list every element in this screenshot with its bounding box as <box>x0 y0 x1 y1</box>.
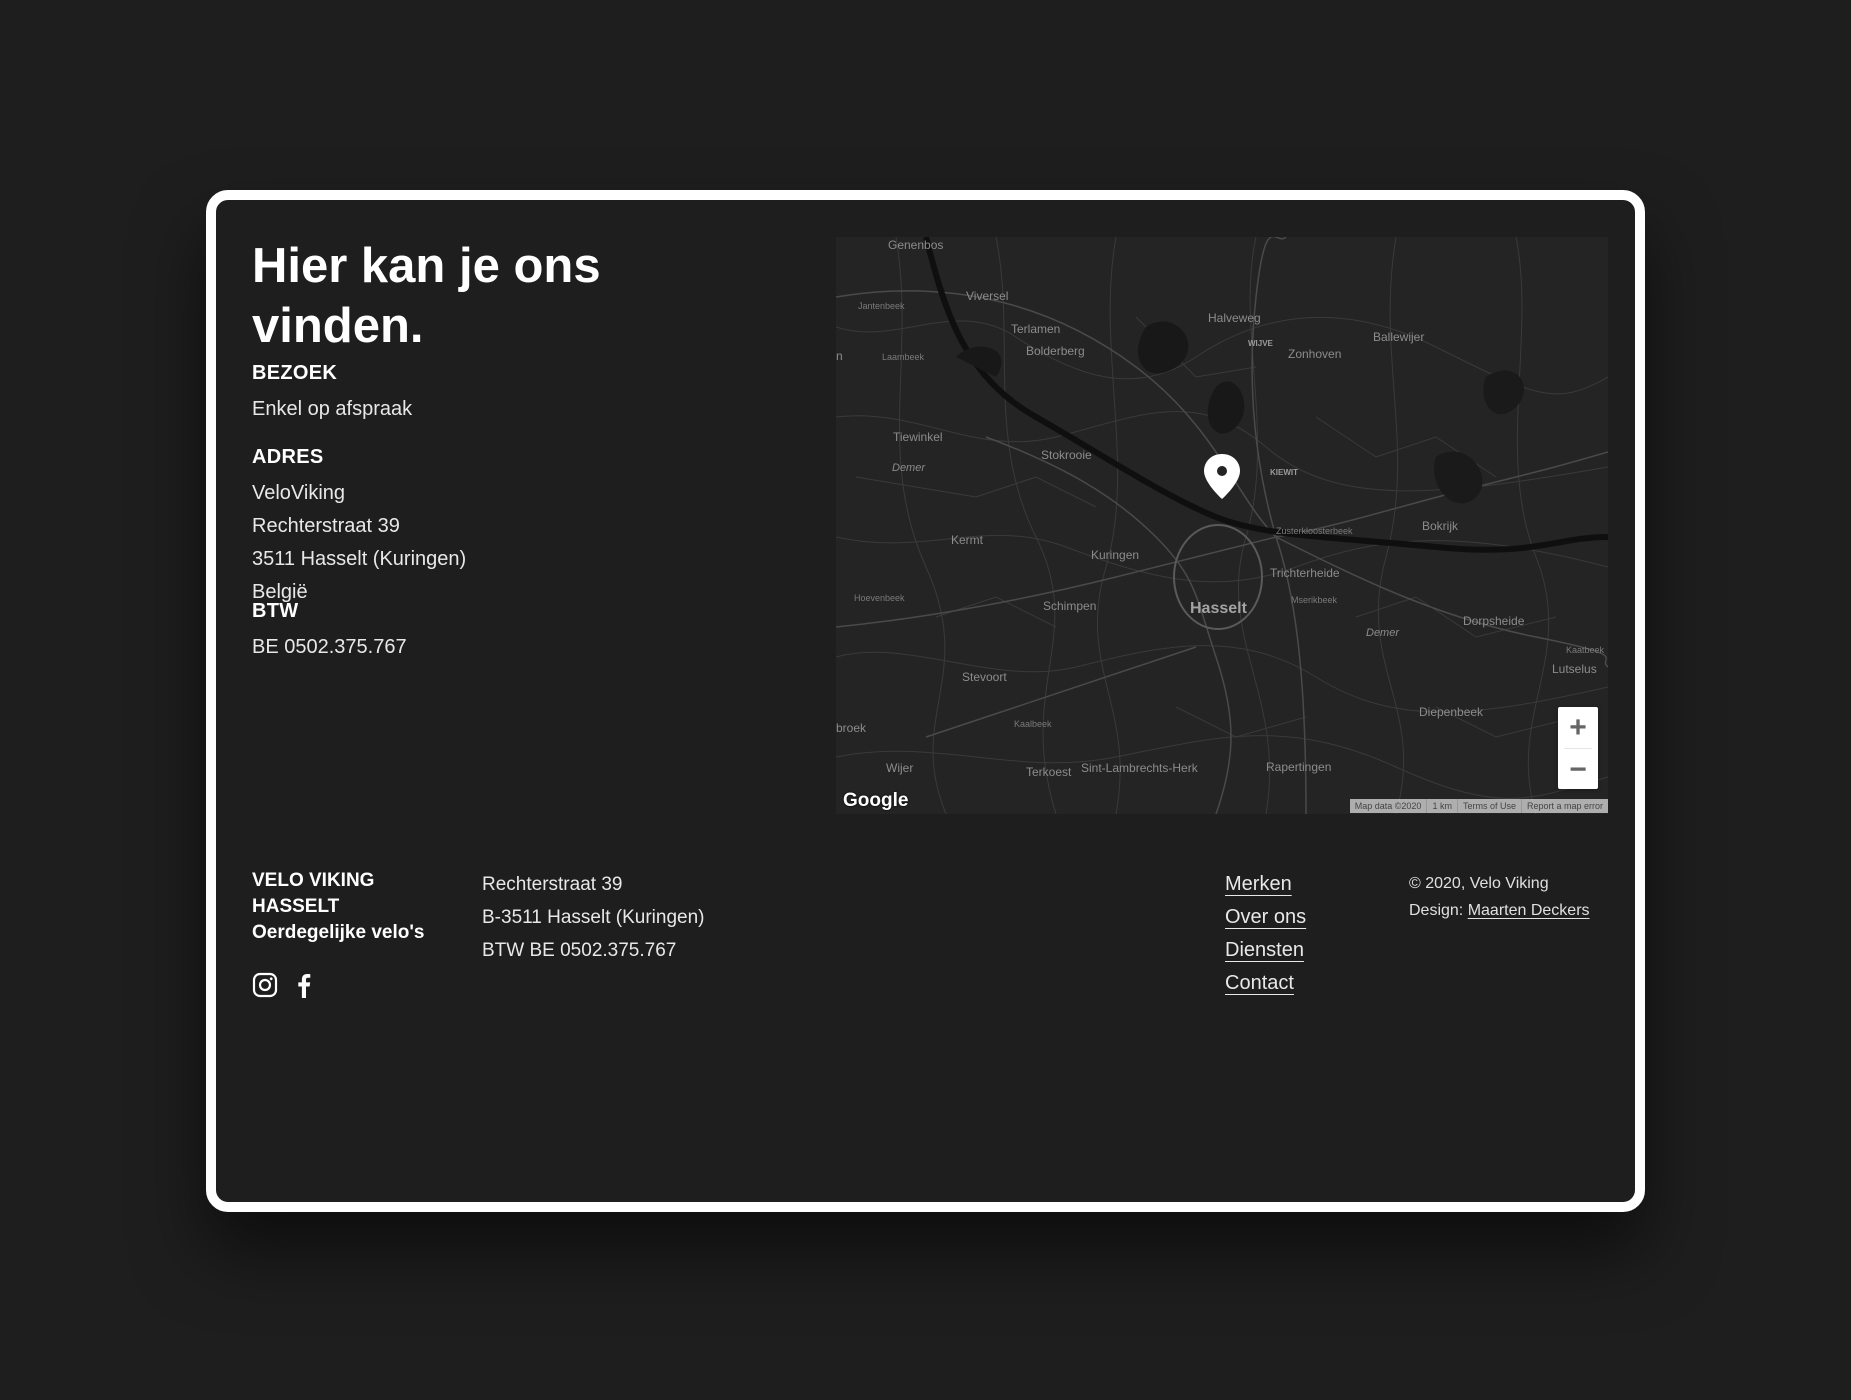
map-label: Laambeek <box>882 352 925 362</box>
brand-name-line1: VELO VIKING <box>252 870 375 891</box>
vat-number: BE 0502.375.767 <box>252 636 407 658</box>
address-line: 3511 Hasselt (Kuringen) <box>252 548 467 570</box>
visit-heading: BEZOEK <box>252 362 338 384</box>
footer-address-line: Rechterstraat 39 <box>482 874 623 895</box>
map-label: Stevoort <box>962 670 1007 684</box>
map-label: Tiewinkel <box>893 430 943 444</box>
facebook-icon[interactable] <box>294 972 314 998</box>
map-label: Trichterheide <box>1270 566 1340 580</box>
map-label: KIEWIT <box>1270 468 1298 477</box>
brand-name-line2: HASSELT <box>252 896 340 917</box>
map-pin-icon[interactable] <box>1204 454 1240 499</box>
report-map-error-link[interactable]: Report a map error <box>1520 799 1608 813</box>
map-label: Demer <box>892 462 926 474</box>
map-label: Terlamen <box>1011 322 1061 336</box>
map-label: Wijer <box>886 761 914 775</box>
copyright-text: © 2020, Velo Viking <box>1409 875 1549 892</box>
map-label: Kaalbeek <box>1014 719 1052 729</box>
design-credit: Design: Maarten Deckers <box>1409 897 1590 924</box>
map-label: Ballewijer <box>1373 330 1425 344</box>
address-heading: ADRES <box>252 446 324 468</box>
map-label: Terkoest <box>1026 765 1072 779</box>
map-label: Dorpsheide <box>1463 614 1525 628</box>
map-label: Halveweg <box>1208 311 1261 325</box>
footer-vat-line: BTW BE 0502.375.767 <box>482 940 677 961</box>
instagram-icon[interactable] <box>252 972 278 998</box>
footer-address: Rechterstraat 39 B-3511 Hasselt (Kuringe… <box>482 868 704 967</box>
map-label: Zonhoven <box>1288 347 1342 361</box>
address-line: VeloViking <box>252 482 346 504</box>
map-zoom-control: + − <box>1558 707 1598 789</box>
map-label: Mserikbeek <box>1291 595 1338 605</box>
zoom-out-button[interactable]: − <box>1558 749 1598 790</box>
address-line: Rechterstraat 39 <box>252 515 400 537</box>
map-label: Sint-Lambrechts-Herk <box>1081 761 1198 775</box>
map-label: Jantenbeek <box>858 301 905 311</box>
map-label: Rapertingen <box>1266 760 1332 774</box>
vat-heading: BTW <box>252 600 299 622</box>
map-label: Kermt <box>951 533 984 547</box>
map-label: Kaatbeek <box>1566 645 1605 655</box>
map-label: Stokrooie <box>1041 448 1092 462</box>
visit-text: Enkel op afspraak <box>252 398 413 420</box>
footer-nav: Merken Over ons Diensten Contact <box>1225 868 1306 1000</box>
contact-page: Hier kan je ons vinden. BEZOEK Enkel op … <box>216 200 1635 1202</box>
map-label: n <box>836 349 843 363</box>
map-label: Bolderberg <box>1026 344 1085 358</box>
address-block: ADRES VeloViking Rechterstraat 39 3511 H… <box>252 446 612 609</box>
terms-of-use-link[interactable]: Terms of Use <box>1456 799 1521 813</box>
device-frame: Hier kan je ons vinden. BEZOEK Enkel op … <box>206 190 1645 1212</box>
vat-block: BTW BE 0502.375.767 <box>252 600 612 664</box>
map-label: Lutselus <box>1552 662 1597 676</box>
page-title: Hier kan je ons vinden. <box>252 239 601 353</box>
map-attribution: Map data ©2020 1 km Terms of Use Report … <box>1349 799 1608 813</box>
map-label: Viversel <box>966 289 1009 303</box>
nav-link-diensten[interactable]: Diensten <box>1225 934 1306 967</box>
map-scale[interactable]: 1 km <box>1426 799 1457 813</box>
google-logo[interactable]: Google <box>843 790 908 812</box>
nav-link-over-ons[interactable]: Over ons <box>1225 901 1306 934</box>
map-label: Diepenbeek <box>1419 705 1484 719</box>
visit-block: BEZOEK Enkel op afspraak <box>252 362 612 426</box>
brand-tagline: Oerdegelijke velo's <box>252 922 425 943</box>
map-data-credit: Map data ©2020 <box>1354 801 1422 811</box>
map-label: WIJVE <box>1248 339 1273 348</box>
map-label: Schimpen <box>1043 599 1097 613</box>
map-label: Demer <box>1366 627 1400 639</box>
nav-link-merken[interactable]: Merken <box>1225 868 1306 901</box>
zoom-in-button[interactable]: + <box>1558 707 1598 748</box>
google-map[interactable]: Genenbos Viversel Terlamen Bolderberg Ha… <box>836 237 1608 814</box>
map-label: Kuringen <box>1091 548 1140 562</box>
map-label: Hasselt <box>1190 600 1247 617</box>
footer-brand: VELO VIKING HASSELT Oerdegelijke velo's <box>252 868 452 946</box>
map-label: Bokrijk <box>1422 519 1459 533</box>
nav-link-contact[interactable]: Contact <box>1225 967 1306 1000</box>
map-label: Genenbos <box>888 238 944 252</box>
map-label: broek <box>836 721 867 735</box>
design-prefix: Design: <box>1409 902 1468 919</box>
social-links <box>252 972 314 998</box>
map-label: Hoevenbeek <box>854 593 905 603</box>
footer-copyright: © 2020, Velo Viking Design: Maarten Deck… <box>1409 870 1590 924</box>
map-label: Zusterkloosterbeek <box>1276 526 1353 536</box>
footer-address-line: B-3511 Hasselt (Kuringen) <box>482 907 705 928</box>
designer-link[interactable]: Maarten Deckers <box>1468 902 1590 919</box>
